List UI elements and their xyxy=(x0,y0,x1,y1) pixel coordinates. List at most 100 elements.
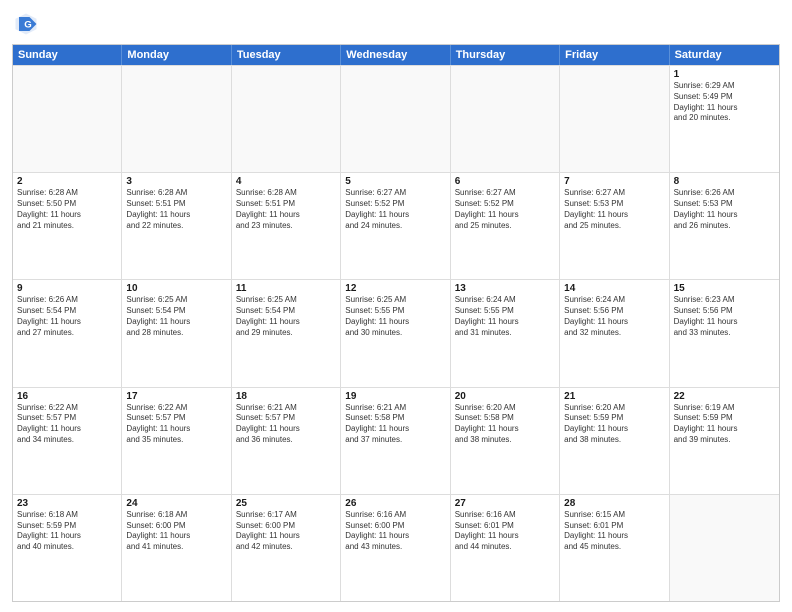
header-day-saturday: Saturday xyxy=(670,45,779,65)
cal-cell: 5Sunrise: 6:27 AM Sunset: 5:52 PM Daylig… xyxy=(341,173,450,279)
cal-cell: 26Sunrise: 6:16 AM Sunset: 6:00 PM Dayli… xyxy=(341,495,450,601)
cal-cell: 6Sunrise: 6:27 AM Sunset: 5:52 PM Daylig… xyxy=(451,173,560,279)
day-number: 16 xyxy=(17,391,117,402)
calendar: SundayMondayTuesdayWednesdayThursdayFrid… xyxy=(12,44,780,602)
day-number: 14 xyxy=(564,283,664,294)
cell-info: Sunrise: 6:27 AM Sunset: 5:52 PM Dayligh… xyxy=(455,188,555,231)
cell-info: Sunrise: 6:29 AM Sunset: 5:49 PM Dayligh… xyxy=(674,81,775,124)
cal-cell: 19Sunrise: 6:21 AM Sunset: 5:58 PM Dayli… xyxy=(341,388,450,494)
day-number: 15 xyxy=(674,283,775,294)
cell-info: Sunrise: 6:22 AM Sunset: 5:57 PM Dayligh… xyxy=(126,403,226,446)
day-number: 20 xyxy=(455,391,555,402)
cal-cell: 15Sunrise: 6:23 AM Sunset: 5:56 PM Dayli… xyxy=(670,280,779,386)
cal-cell: 4Sunrise: 6:28 AM Sunset: 5:51 PM Daylig… xyxy=(232,173,341,279)
cal-cell: 1Sunrise: 6:29 AM Sunset: 5:49 PM Daylig… xyxy=(670,66,779,172)
cell-info: Sunrise: 6:17 AM Sunset: 6:00 PM Dayligh… xyxy=(236,510,336,553)
cell-info: Sunrise: 6:20 AM Sunset: 5:59 PM Dayligh… xyxy=(564,403,664,446)
day-number: 1 xyxy=(674,69,775,80)
cell-info: Sunrise: 6:21 AM Sunset: 5:58 PM Dayligh… xyxy=(345,403,445,446)
cal-cell: 13Sunrise: 6:24 AM Sunset: 5:55 PM Dayli… xyxy=(451,280,560,386)
cell-info: Sunrise: 6:16 AM Sunset: 6:00 PM Dayligh… xyxy=(345,510,445,553)
logo-icon: G xyxy=(12,10,40,38)
cell-info: Sunrise: 6:20 AM Sunset: 5:58 PM Dayligh… xyxy=(455,403,555,446)
cal-cell: 28Sunrise: 6:15 AM Sunset: 6:01 PM Dayli… xyxy=(560,495,669,601)
header-day-tuesday: Tuesday xyxy=(232,45,341,65)
cell-info: Sunrise: 6:22 AM Sunset: 5:57 PM Dayligh… xyxy=(17,403,117,446)
day-number: 2 xyxy=(17,176,117,187)
day-number: 22 xyxy=(674,391,775,402)
day-number: 3 xyxy=(126,176,226,187)
calendar-header: SundayMondayTuesdayWednesdayThursdayFrid… xyxy=(13,45,779,65)
cal-cell: 8Sunrise: 6:26 AM Sunset: 5:53 PM Daylig… xyxy=(670,173,779,279)
page: G SundayMondayTuesdayWednesdayThursdayFr… xyxy=(0,0,792,612)
cal-cell: 10Sunrise: 6:25 AM Sunset: 5:54 PM Dayli… xyxy=(122,280,231,386)
header: G xyxy=(12,10,780,38)
cell-info: Sunrise: 6:25 AM Sunset: 5:54 PM Dayligh… xyxy=(126,295,226,338)
svg-text:G: G xyxy=(24,20,31,31)
cal-cell: 22Sunrise: 6:19 AM Sunset: 5:59 PM Dayli… xyxy=(670,388,779,494)
cell-info: Sunrise: 6:18 AM Sunset: 6:00 PM Dayligh… xyxy=(126,510,226,553)
cal-cell: 9Sunrise: 6:26 AM Sunset: 5:54 PM Daylig… xyxy=(13,280,122,386)
cell-info: Sunrise: 6:19 AM Sunset: 5:59 PM Dayligh… xyxy=(674,403,775,446)
day-number: 19 xyxy=(345,391,445,402)
day-number: 25 xyxy=(236,498,336,509)
day-number: 10 xyxy=(126,283,226,294)
cell-info: Sunrise: 6:26 AM Sunset: 5:54 PM Dayligh… xyxy=(17,295,117,338)
header-day-wednesday: Wednesday xyxy=(341,45,450,65)
cal-week-2: 2Sunrise: 6:28 AM Sunset: 5:50 PM Daylig… xyxy=(13,172,779,279)
day-number: 23 xyxy=(17,498,117,509)
cal-cell xyxy=(670,495,779,601)
cell-info: Sunrise: 6:25 AM Sunset: 5:55 PM Dayligh… xyxy=(345,295,445,338)
cal-cell: 11Sunrise: 6:25 AM Sunset: 5:54 PM Dayli… xyxy=(232,280,341,386)
header-day-friday: Friday xyxy=(560,45,669,65)
cell-info: Sunrise: 6:16 AM Sunset: 6:01 PM Dayligh… xyxy=(455,510,555,553)
cell-info: Sunrise: 6:15 AM Sunset: 6:01 PM Dayligh… xyxy=(564,510,664,553)
header-day-monday: Monday xyxy=(122,45,231,65)
day-number: 18 xyxy=(236,391,336,402)
day-number: 13 xyxy=(455,283,555,294)
cal-cell xyxy=(13,66,122,172)
cal-cell: 7Sunrise: 6:27 AM Sunset: 5:53 PM Daylig… xyxy=(560,173,669,279)
day-number: 11 xyxy=(236,283,336,294)
cal-cell xyxy=(232,66,341,172)
day-number: 5 xyxy=(345,176,445,187)
cell-info: Sunrise: 6:28 AM Sunset: 5:51 PM Dayligh… xyxy=(126,188,226,231)
day-number: 8 xyxy=(674,176,775,187)
cal-week-1: 1Sunrise: 6:29 AM Sunset: 5:49 PM Daylig… xyxy=(13,65,779,172)
cell-info: Sunrise: 6:25 AM Sunset: 5:54 PM Dayligh… xyxy=(236,295,336,338)
cal-cell: 18Sunrise: 6:21 AM Sunset: 5:57 PM Dayli… xyxy=(232,388,341,494)
day-number: 26 xyxy=(345,498,445,509)
cal-week-4: 16Sunrise: 6:22 AM Sunset: 5:57 PM Dayli… xyxy=(13,387,779,494)
cell-info: Sunrise: 6:27 AM Sunset: 5:53 PM Dayligh… xyxy=(564,188,664,231)
cal-cell: 21Sunrise: 6:20 AM Sunset: 5:59 PM Dayli… xyxy=(560,388,669,494)
cell-info: Sunrise: 6:24 AM Sunset: 5:56 PM Dayligh… xyxy=(564,295,664,338)
day-number: 24 xyxy=(126,498,226,509)
cal-cell: 23Sunrise: 6:18 AM Sunset: 5:59 PM Dayli… xyxy=(13,495,122,601)
header-day-sunday: Sunday xyxy=(13,45,122,65)
cal-cell xyxy=(451,66,560,172)
day-number: 6 xyxy=(455,176,555,187)
cal-week-5: 23Sunrise: 6:18 AM Sunset: 5:59 PM Dayli… xyxy=(13,494,779,601)
day-number: 12 xyxy=(345,283,445,294)
day-number: 17 xyxy=(126,391,226,402)
cal-cell xyxy=(341,66,450,172)
calendar-body: 1Sunrise: 6:29 AM Sunset: 5:49 PM Daylig… xyxy=(13,65,779,601)
header-day-thursday: Thursday xyxy=(451,45,560,65)
cell-info: Sunrise: 6:23 AM Sunset: 5:56 PM Dayligh… xyxy=(674,295,775,338)
logo: G xyxy=(12,10,44,38)
cal-cell: 25Sunrise: 6:17 AM Sunset: 6:00 PM Dayli… xyxy=(232,495,341,601)
cal-cell: 24Sunrise: 6:18 AM Sunset: 6:00 PM Dayli… xyxy=(122,495,231,601)
day-number: 27 xyxy=(455,498,555,509)
day-number: 7 xyxy=(564,176,664,187)
cal-cell: 27Sunrise: 6:16 AM Sunset: 6:01 PM Dayli… xyxy=(451,495,560,601)
cell-info: Sunrise: 6:18 AM Sunset: 5:59 PM Dayligh… xyxy=(17,510,117,553)
cell-info: Sunrise: 6:27 AM Sunset: 5:52 PM Dayligh… xyxy=(345,188,445,231)
day-number: 9 xyxy=(17,283,117,294)
cell-info: Sunrise: 6:21 AM Sunset: 5:57 PM Dayligh… xyxy=(236,403,336,446)
cal-cell xyxy=(122,66,231,172)
day-number: 21 xyxy=(564,391,664,402)
cell-info: Sunrise: 6:26 AM Sunset: 5:53 PM Dayligh… xyxy=(674,188,775,231)
cal-cell xyxy=(560,66,669,172)
day-number: 4 xyxy=(236,176,336,187)
cell-info: Sunrise: 6:28 AM Sunset: 5:51 PM Dayligh… xyxy=(236,188,336,231)
